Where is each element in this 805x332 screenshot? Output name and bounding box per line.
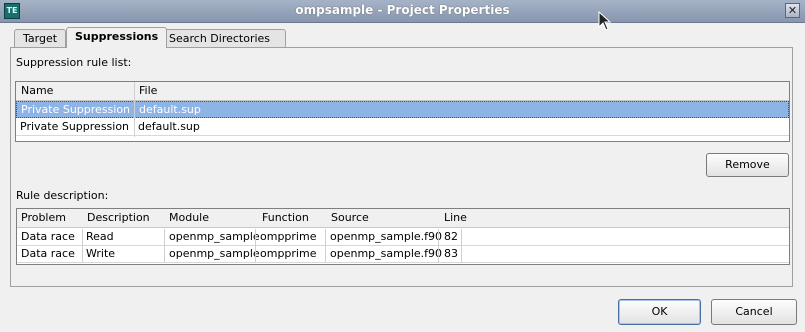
suppression-list-heading: Suppression rule list: — [16, 56, 132, 69]
tab-target[interactable]: Target — [14, 29, 67, 47]
title-bar: TE ompsample - Project Properties ✕ — [0, 0, 805, 23]
suppression-name: Private Suppression — [20, 120, 130, 133]
rule-row[interactable]: Data race Read openmp_sample ompprime op… — [17, 229, 789, 246]
rule-table-header: Problem Description Module Function Sour… — [17, 209, 789, 228]
tab-search-directories[interactable]: Search Directories — [160, 29, 286, 47]
rule-function: ompprime — [260, 230, 317, 243]
column-header-source[interactable]: Source — [329, 210, 369, 226]
rule-problem: Data race — [21, 230, 75, 243]
rule-function: ompprime — [260, 247, 317, 260]
close-icon[interactable]: ✕ — [785, 3, 800, 18]
rule-description-heading: Rule description: — [16, 189, 109, 202]
column-header-file[interactable]: File — [137, 83, 157, 99]
rule-line: 83 — [444, 247, 458, 260]
suppression-file: default.sup — [139, 103, 201, 116]
column-header-description[interactable]: Description — [85, 210, 150, 226]
suppression-rule-list[interactable]: Name File Private Suppression default.su… — [15, 81, 790, 142]
rule-line: 82 — [444, 230, 458, 243]
cancel-button[interactable]: Cancel — [711, 299, 797, 325]
column-header-module[interactable]: Module — [167, 210, 209, 226]
rule-description: Write — [86, 247, 116, 260]
column-header-name[interactable]: Name — [19, 83, 53, 99]
mouse-cursor-icon — [598, 11, 612, 31]
suppression-file: default.sup — [138, 120, 200, 133]
window-title: ompsample - Project Properties — [295, 3, 510, 17]
ok-button[interactable]: OK — [618, 299, 701, 325]
remove-button[interactable]: Remove — [706, 153, 789, 177]
column-header-problem[interactable]: Problem — [19, 210, 66, 226]
suppression-list-header: Name File — [16, 82, 789, 101]
tab-suppressions[interactable]: Suppressions — [66, 27, 168, 48]
suppression-name: Private Suppression — [21, 103, 131, 116]
rule-problem: Data race — [21, 247, 75, 260]
rule-description-table[interactable]: Problem Description Module Function Sour… — [16, 208, 790, 265]
column-header-function[interactable]: Function — [260, 210, 309, 226]
rule-source: openmp_sample.f90 — [330, 230, 443, 243]
rule-row[interactable]: Data race Write openmp_sample ompprime o… — [17, 246, 789, 263]
suppression-row[interactable]: Private Suppression default.sup — [16, 101, 789, 118]
rule-source: openmp_sample.f90 — [330, 247, 443, 260]
rule-module: openmp_sample — [169, 247, 260, 260]
rule-module: openmp_sample — [169, 230, 260, 243]
column-header-line[interactable]: Line — [442, 210, 467, 226]
rule-description: Read — [86, 230, 114, 243]
suppression-row[interactable]: Private Suppression default.sup — [16, 119, 789, 136]
